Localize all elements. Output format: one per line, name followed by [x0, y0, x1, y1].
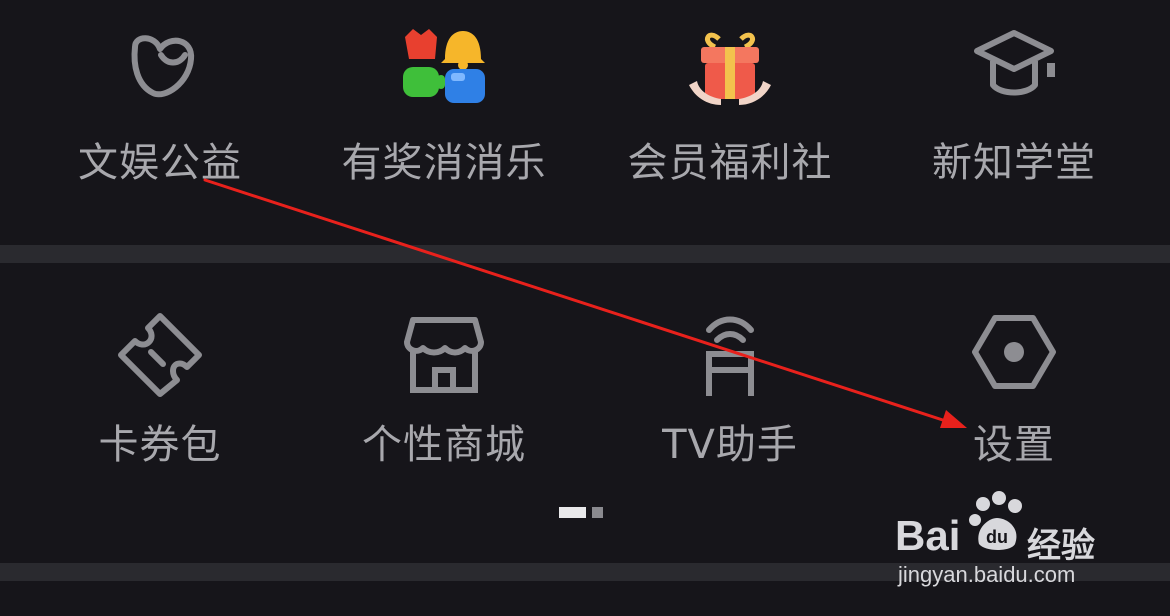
watermark-brand: Bai: [895, 512, 961, 559]
watermark-paw-text: du: [986, 527, 1008, 547]
tile-gexing-shangcheng[interactable]: 个性商城: [298, 262, 590, 562]
feature-row-1: 文娱公益 有奖消消乐 会员福利社 新知学堂: [0, 0, 1170, 245]
tile-label: 新知学堂: [932, 140, 1096, 186]
store-icon: [404, 317, 484, 393]
page-dot[interactable]: [592, 507, 603, 518]
tile-label: 有奖消消乐: [341, 140, 547, 186]
match-game-icon: [403, 29, 485, 103]
tile-label: 会员福利社: [627, 140, 833, 186]
section-divider: [0, 245, 1170, 263]
paw-logo-icon: du: [969, 491, 1022, 550]
watermark-suffix: 经验: [1027, 526, 1095, 566]
graduation-cap-icon: [974, 30, 1055, 96]
settings-hexagon-icon: [972, 315, 1056, 389]
tile-label: 文娱公益: [78, 140, 242, 186]
tile-label: 设置: [973, 422, 1055, 468]
tile-wenyu-gongyi[interactable]: 文娱公益: [14, 0, 306, 245]
gift-box-icon: [689, 32, 771, 105]
watermark-url: jingyan.baidu.com: [898, 562, 1076, 587]
baidu-jingyan-watermark: du Bai 经验 jingyan.baidu.com: [895, 490, 1165, 590]
tile-tv-zhushou[interactable]: TV助手: [584, 262, 876, 562]
tile-kaquanbao[interactable]: 卡券包: [14, 262, 306, 562]
page-dot-active[interactable]: [559, 507, 586, 518]
ticket-icon: [118, 313, 202, 397]
tile-xinzhi-xuetang[interactable]: 新知学堂: [868, 0, 1160, 245]
tile-huiyuan-fulishe[interactable]: 会员福利社: [584, 0, 876, 245]
heart-bubble-icon: [131, 35, 195, 98]
tile-label: TV助手: [662, 422, 798, 468]
tile-label: 个性商城: [362, 422, 526, 468]
tv-antenna-icon: [706, 316, 754, 396]
tile-label: 卡券包: [98, 422, 222, 468]
tile-youjiang-xiaoxiaole[interactable]: 有奖消消乐: [298, 0, 590, 245]
